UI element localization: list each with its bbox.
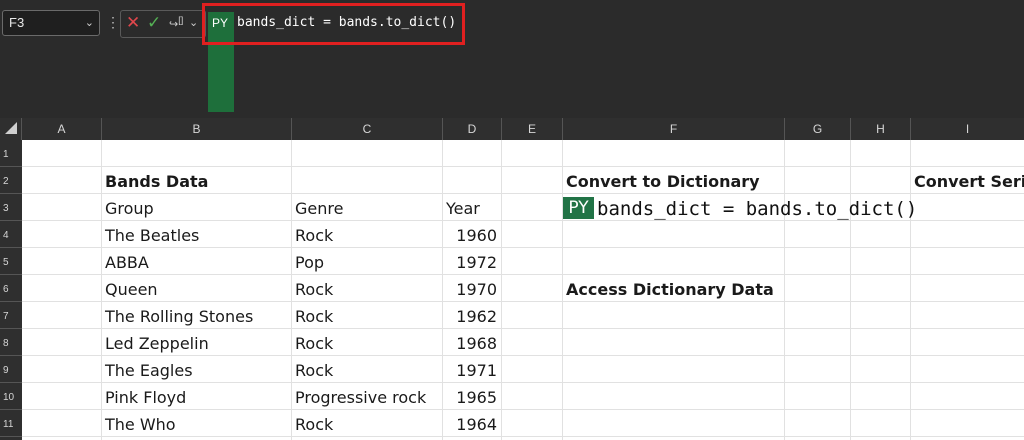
cell-genre[interactable]: Rock	[295, 410, 333, 437]
cell-year[interactable]: 1962	[442, 302, 497, 329]
convert-to-dictionary-title[interactable]: Convert to Dictionary	[566, 167, 760, 194]
column-header-i[interactable]: I	[911, 118, 1024, 140]
gridline	[562, 140, 563, 440]
cell-year[interactable]: 1971	[442, 356, 497, 383]
convert-series-title[interactable]: Convert Serie	[914, 167, 1024, 194]
cell-genre[interactable]: Rock	[295, 275, 333, 302]
gridline	[501, 140, 502, 440]
cell-genre[interactable]: Pop	[295, 248, 324, 275]
column-header-a[interactable]: A	[22, 118, 102, 140]
cell-group[interactable]: The Beatles	[105, 221, 199, 248]
row-header[interactable]: 9	[0, 356, 22, 383]
cell-group[interactable]: ABBA	[105, 248, 149, 275]
cell-group[interactable]: The Rolling Stones	[105, 302, 253, 329]
gridline	[22, 274, 1024, 275]
column-header-h[interactable]: H	[851, 118, 911, 140]
cell-group[interactable]: Led Zeppelin	[105, 329, 209, 356]
cell-py-badge: PY	[563, 197, 594, 219]
row-header[interactable]: 6	[0, 275, 22, 302]
column-headers: A B C D E F G H I	[0, 118, 1024, 140]
column-header-g[interactable]: G	[785, 118, 851, 140]
cell-group[interactable]: Pink Floyd	[105, 383, 186, 410]
column-header-b[interactable]: B	[102, 118, 292, 140]
row-header[interactable]: 1	[0, 140, 22, 167]
cell-year[interactable]: 1970	[442, 275, 497, 302]
row-header[interactable]: 8	[0, 329, 22, 356]
row-header[interactable]: 5	[0, 248, 22, 275]
header-year[interactable]: Year	[446, 194, 480, 221]
access-dictionary-data-title[interactable]: Access Dictionary Data	[566, 275, 774, 302]
column-header-e[interactable]: E	[502, 118, 563, 140]
cell-year[interactable]: 1972	[442, 248, 497, 275]
gridline	[291, 140, 292, 440]
highlight-box	[202, 3, 465, 45]
python-formula-cell[interactable]: bands_dict = bands.to_dict()	[597, 194, 917, 224]
cell-group[interactable]: Queen	[105, 275, 158, 302]
row-header[interactable]: 4	[0, 221, 22, 248]
cell-genre[interactable]: Rock	[295, 221, 333, 248]
row-header[interactable]: 2	[0, 167, 22, 194]
enter-check-icon[interactable]: ✓	[147, 13, 161, 33]
select-all-button[interactable]	[0, 118, 22, 140]
cell-genre[interactable]: Rock	[295, 302, 333, 329]
column-header-d[interactable]: D	[443, 118, 502, 140]
column-header-c[interactable]: C	[292, 118, 443, 140]
row-header[interactable]: 7	[0, 302, 22, 329]
cell-group[interactable]: The Who	[105, 410, 176, 437]
row-header[interactable]: 10	[0, 383, 22, 410]
name-box[interactable]: F3 ⌄	[2, 10, 100, 36]
bands-data-title[interactable]: Bands Data	[105, 167, 208, 194]
row-header[interactable]: 11	[0, 410, 22, 437]
cell-year[interactable]: 1968	[442, 329, 497, 356]
row-headers: 1 2 3 4 5 6 7 8 9 10 11	[0, 140, 22, 440]
cell-genre[interactable]: Progressive rock	[295, 383, 426, 410]
formula-bar-area: F3 ⌄ ⋮ ✕ ✓ ↪[] ⌄ PY bands_dict = bands.t…	[0, 0, 1024, 118]
cell-genre[interactable]: Rock	[295, 356, 333, 383]
gridline	[784, 140, 785, 440]
cell-genre[interactable]: Rock	[295, 329, 333, 356]
row-header[interactable]: 3	[0, 194, 22, 221]
cell-year[interactable]: 1965	[442, 383, 497, 410]
cell-group[interactable]: The Eagles	[105, 356, 193, 383]
name-box-value: F3	[9, 15, 25, 30]
gridline	[850, 140, 851, 440]
header-group[interactable]: Group	[105, 194, 154, 221]
column-header-f[interactable]: F	[563, 118, 785, 140]
more-options-icon[interactable]: ⋮	[106, 14, 120, 31]
chevron-down-icon[interactable]: ⌄	[189, 16, 198, 29]
select-all-icon	[5, 122, 17, 134]
spreadsheet-grid[interactable]: Bands Data Convert to Dictionary Convert…	[22, 140, 1024, 440]
gridline	[910, 140, 911, 440]
header-genre[interactable]: Genre	[295, 194, 343, 221]
gridline	[101, 140, 102, 440]
chevron-down-icon[interactable]: ⌄	[85, 16, 94, 29]
cell-year[interactable]: 1960	[442, 221, 497, 248]
formula-actions: ✕ ✓ ↪[] ⌄	[120, 10, 206, 38]
cell-year[interactable]: 1964	[442, 410, 497, 437]
cancel-icon[interactable]: ✕	[126, 13, 140, 33]
python-output-icon[interactable]: ↪[]	[169, 13, 183, 32]
